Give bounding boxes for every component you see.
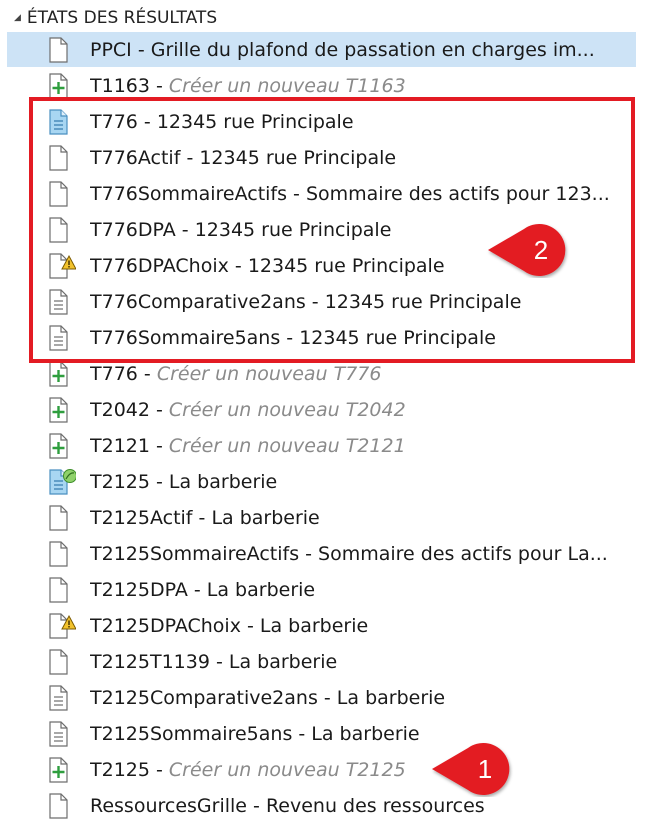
add-form-icon <box>46 756 76 784</box>
form-description: La barberie <box>211 507 320 529</box>
tree-item[interactable]: T2125DPA - La barberie <box>0 572 652 608</box>
separator: - <box>187 579 207 601</box>
form-description: Grille du plafond de passation en charge… <box>150 39 595 61</box>
tree-item[interactable]: T2125T1139 - La barberie <box>0 644 652 680</box>
separator: - <box>240 615 260 637</box>
form-code: PPCI <box>90 39 132 61</box>
doc-icon <box>46 648 76 676</box>
form-code: T2125 <box>90 759 150 781</box>
separator: - <box>317 687 337 709</box>
form-code: T2125T1139 <box>90 651 210 673</box>
callout-badge-2: 2 <box>488 224 566 276</box>
separator: - <box>149 759 169 781</box>
add-form-icon <box>46 72 76 100</box>
form-description: Revenu des ressources <box>265 795 485 817</box>
tree-item[interactable]: T2125Comparative2ans - La barberie <box>0 680 652 716</box>
tree-item-label: T2125Actif - La barberie <box>90 500 320 536</box>
tree-item-label: T2125SommaireActifs - Sommaire des actif… <box>90 536 608 572</box>
form-code: T2125SommaireActifs <box>90 543 300 565</box>
tree-item[interactable]: T2125 - Créer un nouveau T2125 <box>0 752 652 788</box>
doc-lines-icon <box>46 720 76 748</box>
form-description: La barberie <box>336 687 446 709</box>
collapse-triangle-icon[interactable]: ◢ <box>14 13 21 23</box>
form-description: La barberie <box>228 651 338 673</box>
tree-item-label: T2125DPA - La barberie <box>90 572 315 608</box>
form-code: T2125Sommaire5ans <box>90 723 293 745</box>
form-code: T2125DPAChoix <box>90 615 241 637</box>
doc-icon <box>46 504 76 532</box>
separator: - <box>299 543 319 565</box>
form-code: T2042 <box>90 399 150 421</box>
form-description: La barberie <box>259 615 369 637</box>
tree-item-label: T2042 - Créer un nouveau T2042 <box>90 392 406 428</box>
tree-item-label: T2125T1139 - La barberie <box>90 644 337 680</box>
form-code: T776 <box>90 363 138 385</box>
doc-icon <box>46 576 76 604</box>
doc-icon <box>46 792 76 820</box>
create-new-hint: Créer un nouveau T2125 <box>168 759 406 781</box>
form-description: Sommaire des actifs pour La... <box>318 543 608 565</box>
add-form-icon <box>46 360 76 388</box>
form-code: T2125DPA <box>90 579 188 601</box>
separator: - <box>149 399 169 421</box>
form-description: La barberie <box>168 471 278 493</box>
doc-icon <box>46 36 76 64</box>
form-blue-leaf-icon <box>46 468 77 496</box>
create-new-hint: Créer un nouveau T2042 <box>168 399 406 421</box>
create-new-hint: Créer un nouveau T776 <box>156 363 382 385</box>
section-header[interactable]: ◢ ÉTATS DES RÉSULTATS <box>14 5 217 31</box>
section-title: ÉTATS DES RÉSULTATS <box>26 8 218 28</box>
separator: - <box>209 651 229 673</box>
tree-item[interactable]: RessourcesGrille - Revenu des ressources <box>0 788 652 824</box>
callout-1-label: 1 <box>478 754 492 784</box>
doc-warning-icon <box>46 612 77 640</box>
separator: - <box>131 39 151 61</box>
doc-icon <box>46 540 76 568</box>
add-form-icon <box>46 396 76 424</box>
tree-item-label: T2125 - Créer un nouveau T2125 <box>90 752 406 788</box>
separator: - <box>149 435 169 457</box>
create-new-hint: Créer un nouveau T1163 <box>168 75 406 97</box>
form-code: T2125 <box>90 471 150 493</box>
tree-item-label: T2125Sommaire5ans - La barberie <box>90 716 420 752</box>
callout-2-label: 2 <box>534 235 548 265</box>
separator: - <box>149 471 169 493</box>
tree-item[interactable]: T2125SommaireActifs - Sommaire des actif… <box>0 536 652 572</box>
separator: - <box>149 75 169 97</box>
tree-item[interactable]: PPCI - Grille du plafond de passation en… <box>0 32 652 68</box>
separator: - <box>292 723 312 745</box>
tree-item[interactable]: T2125 - La barberie <box>0 464 652 500</box>
form-code: T2125Actif <box>90 507 193 529</box>
callout-badge-1: 1 <box>432 743 510 795</box>
tree-item-label: RessourcesGrille - Revenu des ressources <box>90 788 485 824</box>
form-code: T2121 <box>90 435 150 457</box>
form-code: RessourcesGrille <box>90 795 247 817</box>
tree-item-label: T2125 - La barberie <box>90 464 277 500</box>
form-code: T1163 <box>90 75 150 97</box>
tree-item[interactable]: T2125Actif - La barberie <box>0 500 652 536</box>
tree-item[interactable]: T2125DPAChoix - La barberie <box>0 608 652 644</box>
form-description: La barberie <box>206 579 316 601</box>
separator: - <box>192 507 212 529</box>
tree-item[interactable]: T2125Sommaire5ans - La barberie <box>0 716 652 752</box>
form-description: La barberie <box>311 723 420 745</box>
tree-item-label: T2125DPAChoix - La barberie <box>90 608 368 644</box>
separator: - <box>247 795 266 817</box>
form-code: T2125Comparative2ans <box>90 687 318 709</box>
tree-item-label: T2121 - Créer un nouveau T2121 <box>90 428 406 464</box>
tree-item[interactable]: T2121 - Créer un nouveau T2121 <box>0 428 652 464</box>
tree-item-label: PPCI - Grille du plafond de passation en… <box>90 32 595 68</box>
tree-item[interactable]: T2042 - Créer un nouveau T2042 <box>0 392 652 428</box>
tree-item-label: T2125Comparative2ans - La barberie <box>90 680 445 716</box>
doc-lines-icon <box>46 684 76 712</box>
add-form-icon <box>46 432 76 460</box>
create-new-hint: Créer un nouveau T2121 <box>168 435 406 457</box>
separator: - <box>137 363 157 385</box>
